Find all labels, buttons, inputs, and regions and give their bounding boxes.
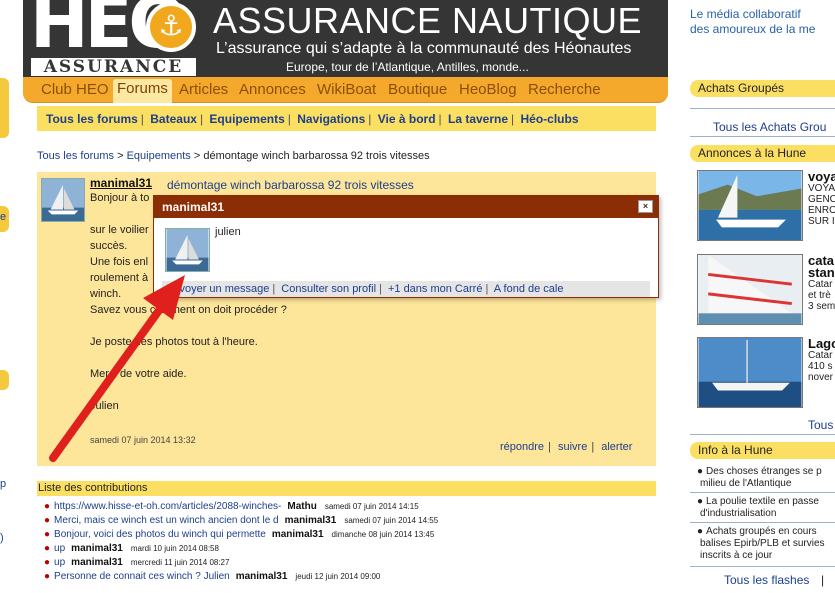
add-to-carre-link[interactable]: +1 dans mon Carré: [388, 283, 482, 295]
annonces-heading: Annonces à la Hune: [690, 145, 835, 162]
left-tab: [0, 370, 9, 390]
logo-subtext: ASSURANCE: [31, 58, 196, 76]
flash-item-cont[interactable]: milieu de l'Atlantique: [700, 478, 791, 490]
flash-item-cont[interactable]: inscrits à ce jour: [700, 550, 772, 562]
close-icon[interactable]: ×: [638, 200, 653, 213]
popup-actions: Envoyer un message | Consulter son profil…: [162, 281, 650, 297]
anchor-logo-icon: ⚓: [146, 2, 196, 52]
forum-subnav: Tous les forums | Bateaux | Equipements | N…: [37, 106, 656, 131]
left-fragment: ): [0, 532, 4, 544]
popup-user-name: julien: [215, 226, 241, 238]
popup-avatar: [165, 228, 210, 272]
nav-heoblog[interactable]: HeoBlog: [455, 80, 521, 99]
listing-desc: nover: [808, 372, 834, 383]
subnav-equipements[interactable]: Equipements: [209, 112, 284, 126]
nav-recherche[interactable]: Recherche: [524, 80, 605, 99]
list-item[interactable]: ● https://www.hisse-et-oh.com/articles/20…: [44, 500, 419, 513]
annotation-arrow-icon: [49, 275, 185, 462]
listing-title[interactable]: voya: [808, 170, 835, 184]
site-subtagline: Europe, tour de l’Atlantique, Antilles, …: [286, 60, 529, 74]
post-title: démontage winch barbarossa 92 trois vite…: [167, 178, 414, 192]
all-annonces-link[interactable]: Tous: [808, 418, 833, 432]
subnav-heo-clubs[interactable]: Héo-clubs: [521, 112, 579, 126]
user-profile-popup: manimal31 × julien Envoyer un message | C…: [153, 195, 659, 298]
nav-articles[interactable]: Articles: [175, 80, 232, 99]
list-item[interactable]: ● Personne de connait ces winch ? Julien m…: [44, 570, 380, 583]
breadcrumb-current: démontage winch barbarossa 92 trois vite…: [203, 150, 430, 162]
nav-annonces[interactable]: Annonces: [235, 80, 310, 99]
popup-title: manimal31: [162, 200, 225, 214]
report-link[interactable]: alerter: [601, 441, 632, 453]
listing-image[interactable]: [697, 170, 803, 241]
author-avatar[interactable]: [41, 178, 85, 222]
nav-wikiboat[interactable]: WikiBoat: [313, 80, 380, 99]
flash-item[interactable]: ● La poulie textile en passe: [697, 496, 819, 508]
site-tagline: L’assurance qui s’adapte à la communauté…: [216, 40, 632, 57]
list-item[interactable]: ● up manimal31 mercredi 11 juin 2014 08:27: [44, 556, 229, 569]
list-item[interactable]: ● Merci, mais ce winch est un winch ancie…: [44, 514, 438, 527]
listing-title[interactable]: Lago: [808, 337, 835, 351]
achats-groupes-heading: Achats Groupés: [690, 80, 835, 97]
left-tab: [0, 78, 9, 138]
listing-desc: VOYA: [808, 183, 835, 194]
all-flashes-link[interactable]: Tous les flashes: [724, 573, 809, 587]
view-profile-link[interactable]: Consulter son profil: [281, 283, 376, 295]
nav-forums[interactable]: Forums: [113, 79, 172, 103]
left-sidebar-edge: e p ): [0, 0, 23, 593]
breadcrumb: Tous les forums > Equipements > démontag…: [37, 150, 430, 162]
nav-club-heo[interactable]: Club HEO: [37, 80, 113, 99]
all-achats-link[interactable]: Tous les Achats Grou: [713, 120, 826, 134]
sidebar-tagline: Le média collaboratif des amoureux de la…: [690, 7, 816, 36]
flash-item-cont[interactable]: balises Epirb/PLB et survies: [700, 538, 825, 550]
listing-image[interactable]: [697, 337, 803, 408]
listing-desc: 3 sem: [808, 301, 835, 312]
post-text-line: Bonjour à to: [90, 192, 150, 204]
info-hune-heading: Info à la Hune: [690, 442, 835, 459]
listing-desc: Catar: [808, 350, 833, 361]
post-actions: répondre | suivre | alerter: [500, 441, 633, 453]
listing-desc: SUR I: [808, 216, 835, 227]
nav-boutique[interactable]: Boutique: [384, 80, 451, 99]
post-author-link[interactable]: manimal31: [90, 176, 152, 190]
breadcrumb-separator: >: [193, 150, 201, 162]
subnav-vie-a-bord[interactable]: Vie à bord: [378, 112, 436, 126]
post-text-line: Une fois enl: [90, 256, 149, 268]
breadcrumb-link-forums[interactable]: Tous les forums: [37, 150, 114, 162]
subnav-navigations[interactable]: Navigations: [297, 112, 365, 126]
subnav-bateaux[interactable]: Bateaux: [150, 112, 197, 126]
subnav-la-taverne[interactable]: La taverne: [448, 112, 508, 126]
list-item[interactable]: ● up manimal31 mardi 10 juin 2014 08:58: [44, 542, 219, 555]
subnav-tous-les-forums[interactable]: Tous les forums: [46, 112, 138, 126]
listing-title[interactable]: stan: [808, 266, 835, 280]
list-item[interactable]: ● Bonjour, voici des photos du winch qui …: [44, 528, 434, 541]
post-text-line: succès.: [90, 240, 128, 252]
site-title: ASSURANCE NAUTIQUE: [213, 0, 643, 41]
breadcrumb-separator: >: [117, 150, 124, 162]
main-nav: Club HEO Forums Articles Annonces WikiBo…: [23, 77, 668, 103]
post-text-line: sur le voilier: [90, 224, 149, 236]
left-fragment: e: [0, 211, 7, 223]
listing-desc: GENC: [808, 194, 835, 205]
a-fond-de-cale-link[interactable]: A fond de cale: [494, 283, 564, 295]
flash-item[interactable]: ● Des choses étranges se p: [697, 466, 822, 478]
follow-link[interactable]: suivre: [558, 441, 587, 453]
flashes-separator: |: [821, 573, 825, 587]
left-fragment[interactable]: p: [0, 478, 6, 490]
listing-desc: Catar: [808, 279, 833, 290]
listing-desc: ENRO: [808, 205, 835, 216]
flash-item-cont[interactable]: d'industrialisation: [700, 508, 776, 520]
reply-link[interactable]: répondre: [500, 441, 544, 453]
breadcrumb-link-equipements[interactable]: Equipements: [127, 150, 191, 162]
popup-header: manimal31 ×: [154, 196, 658, 218]
contributions-heading: Liste des contributions: [37, 481, 656, 496]
listing-image[interactable]: [697, 254, 803, 325]
listing-desc: et trè: [808, 290, 831, 301]
flash-item[interactable]: ● Achats groupés en cours: [697, 526, 817, 538]
listing-desc: 410 s: [808, 361, 833, 372]
